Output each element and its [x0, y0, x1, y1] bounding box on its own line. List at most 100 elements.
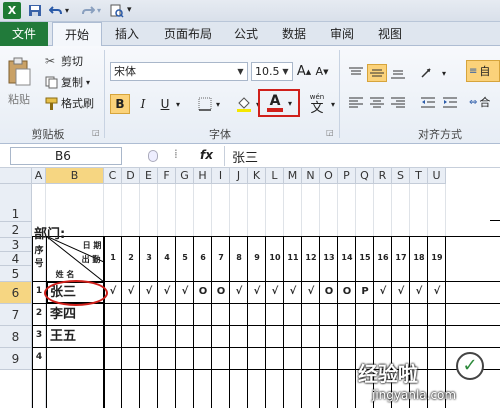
borders-dropdown-icon[interactable]: ▾ [214, 94, 222, 114]
column-header-a[interactable]: A [32, 168, 46, 184]
phonetic-guide-button[interactable]: wén 文 [305, 90, 329, 118]
row-header-4[interactable]: 4 [0, 252, 32, 266]
font-color-dropdown-icon[interactable]: ▾ [288, 99, 292, 108]
row-header-2[interactable]: 2 [0, 222, 32, 238]
watermark-check-icon: ✓ [456, 352, 484, 380]
clipboard-launcher-icon[interactable]: ◲ [92, 128, 100, 137]
align-bottom-button[interactable] [388, 64, 408, 82]
column-header-q[interactable]: Q [356, 168, 374, 184]
day-header-11: 11 [287, 253, 299, 262]
name-cell[interactable]: 王五 [50, 328, 102, 346]
align-center-button[interactable] [367, 94, 387, 112]
orientation-button[interactable] [418, 64, 440, 82]
day-header-13: 13 [323, 253, 335, 262]
row-header-9[interactable]: 9 [0, 348, 32, 370]
row-header-3[interactable]: 3 [0, 238, 32, 252]
column-header-e[interactable]: E [140, 168, 158, 184]
customize-qat-icon[interactable]: ▾ [126, 3, 136, 18]
column-header-r[interactable]: R [374, 168, 392, 184]
tab-home[interactable]: 开始 [52, 22, 102, 47]
tab-data[interactable]: 数据 [276, 22, 312, 46]
column-header-n[interactable]: N [302, 168, 320, 184]
orientation-dropdown-icon[interactable]: ▾ [440, 64, 448, 82]
column-header-t[interactable]: T [410, 168, 428, 184]
column-header-o[interactable]: O [320, 168, 338, 184]
tab-insert[interactable]: 插入 [107, 22, 147, 46]
undo-icon[interactable] [48, 3, 64, 18]
row-header-8[interactable]: 8 [0, 326, 32, 348]
format-painter-button[interactable]: 格式刷 [44, 94, 102, 112]
redo-icon[interactable] [80, 3, 96, 18]
column-header-f[interactable]: F [158, 168, 176, 184]
name-cell[interactable]: 李四 [50, 306, 102, 324]
wrap-text-label: 自 [479, 65, 491, 78]
column-header-k[interactable]: K [248, 168, 266, 184]
font-name-combo[interactable]: 宋体 ▼ [110, 62, 248, 81]
name-box[interactable]: B6 [10, 147, 122, 165]
tab-page-layout[interactable]: 页面布局 [158, 22, 218, 46]
seq-cell: 2 [35, 308, 43, 318]
column-header-m[interactable]: M [284, 168, 302, 184]
column-header-j[interactable]: J [230, 168, 248, 184]
redo-dropdown-icon[interactable]: ▾ [96, 3, 104, 18]
undo-dropdown-icon[interactable]: ▾ [64, 3, 72, 18]
row-header-5[interactable]: 5 [0, 266, 32, 282]
column-header-l[interactable]: L [266, 168, 284, 184]
fill-color-button[interactable] [234, 94, 254, 114]
grow-font-button[interactable]: A ▲ [296, 62, 312, 81]
column-header-s[interactable]: S [392, 168, 410, 184]
column-header-b[interactable]: B [46, 168, 104, 184]
print-preview-icon[interactable] [108, 3, 124, 18]
font-color-button[interactable]: A ▾ [258, 89, 300, 117]
worksheet-grid[interactable]: A B C D E F G H I J K L M N O P Q R S T U 1 2 3 4 5 6 7 8 9 部门: 序号日 期出 … [0, 168, 500, 408]
cut-button[interactable]: ✂ 剪切 [44, 52, 90, 70]
italic-button[interactable]: I [134, 94, 152, 114]
phonetic-dropdown-icon[interactable]: ▾ [329, 94, 337, 114]
row-header-1[interactable]: 1 [0, 184, 32, 222]
font-name-dropdown-icon[interactable]: ▼ [235, 64, 246, 79]
attendance-mark: √ [253, 286, 261, 297]
formula-input[interactable]: 张三 [232, 147, 258, 166]
attendance-mark: O [198, 286, 208, 297]
attendance-mark: √ [415, 286, 423, 297]
bold-button[interactable]: B [110, 94, 130, 114]
wrap-text-button[interactable]: ≡ 自 [466, 60, 500, 82]
underline-button[interactable]: U [156, 94, 174, 114]
select-all-corner[interactable] [0, 168, 32, 184]
copy-button[interactable]: 复制 ▾ [44, 73, 102, 91]
row-header-7[interactable]: 7 [0, 304, 32, 326]
align-left-button[interactable] [346, 94, 366, 112]
column-header-u[interactable]: U [428, 168, 446, 184]
tab-file[interactable]: 文件 [0, 22, 48, 46]
align-right-button[interactable] [388, 94, 408, 112]
font-size-combo[interactable]: 10.5 ▼ [251, 62, 293, 81]
attendance-mark: √ [271, 286, 279, 297]
font-size-dropdown-icon[interactable]: ▼ [280, 64, 291, 79]
format-painter-icon [45, 97, 58, 110]
align-middle-button[interactable] [367, 64, 387, 82]
borders-button[interactable] [196, 94, 214, 114]
font-launcher-icon[interactable]: ◲ [326, 128, 334, 137]
merge-center-button[interactable]: ⇔ 合 [466, 92, 500, 112]
shrink-font-button[interactable]: A ▼ [314, 62, 330, 81]
copy-dropdown-icon: ▾ [86, 77, 91, 87]
decrease-indent-button[interactable] [418, 94, 438, 112]
column-header-h[interactable]: H [194, 168, 212, 184]
column-header-p[interactable]: P [338, 168, 356, 184]
column-header-c[interactable]: C [104, 168, 122, 184]
save-icon[interactable] [27, 3, 43, 18]
tab-view[interactable]: 视图 [372, 22, 408, 46]
increase-indent-button[interactable] [440, 94, 460, 112]
underline-dropdown-icon[interactable]: ▾ [174, 94, 182, 114]
align-top-button[interactable] [346, 64, 366, 82]
column-header-i[interactable]: I [212, 168, 230, 184]
formula-bar-splitter-icon[interactable] [148, 150, 158, 162]
column-header-g[interactable]: G [176, 168, 194, 184]
paste-button[interactable]: 粘贴 [4, 52, 34, 112]
row-header-6[interactable]: 6 [0, 282, 32, 304]
column-header-d[interactable]: D [122, 168, 140, 184]
tab-formulas[interactable]: 公式 [228, 22, 264, 46]
insert-function-icon[interactable]: fx [200, 148, 213, 162]
align-top-icon [349, 67, 363, 75]
tab-review[interactable]: 审阅 [324, 22, 360, 46]
